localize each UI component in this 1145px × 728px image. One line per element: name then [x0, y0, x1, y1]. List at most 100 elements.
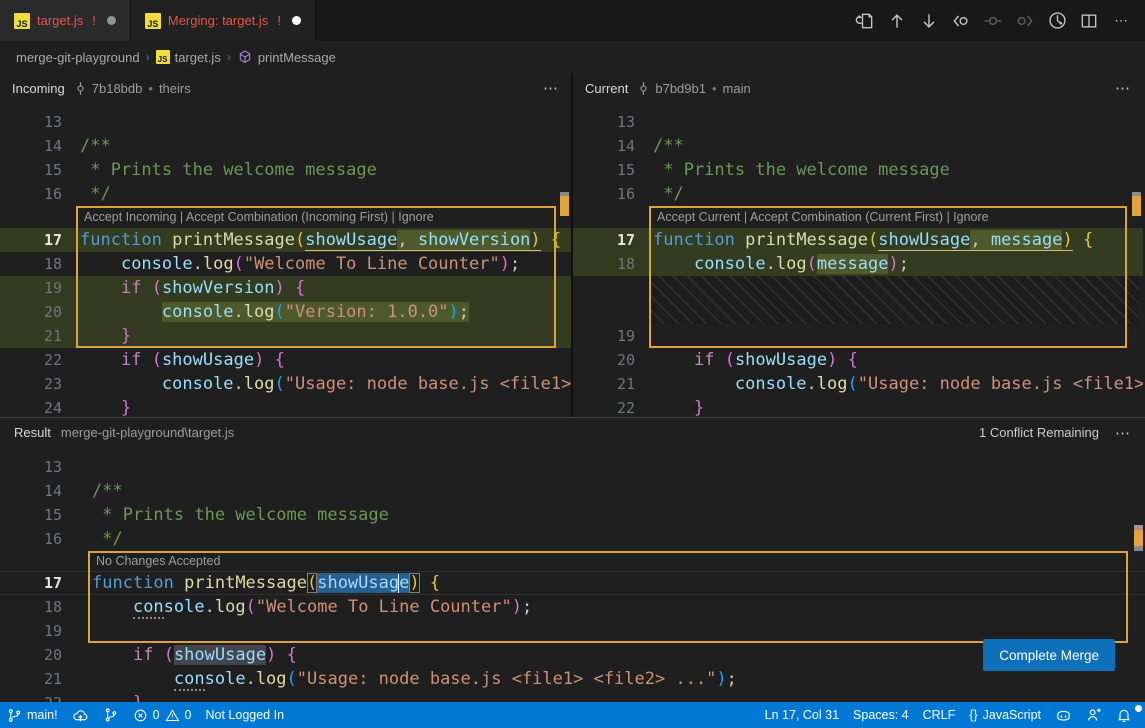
code-line[interactable]: 24 } [0, 396, 571, 417]
line-number: 20 [0, 643, 62, 667]
git-graph-icon [103, 707, 119, 723]
code-line[interactable]: 13 [573, 110, 1143, 134]
breadcrumb-symbol[interactable]: printMessage [237, 49, 336, 65]
codelens-actions[interactable]: Accept Incoming | Accept Combination (In… [0, 206, 571, 228]
current-editor[interactable]: 1314/**15 * Prints the welcome message16… [573, 103, 1143, 417]
more-actions-icon[interactable]: ⋯ [1115, 424, 1131, 442]
code-line[interactable]: 17function printMessage(showUsage, showV… [0, 228, 571, 252]
vscode-window: JS target.js ! JS Merging: target.js ! [0, 0, 1145, 728]
code-line[interactable]: 16 */ [0, 527, 1145, 551]
line-number: 21 [573, 372, 635, 396]
code-line[interactable]: 14/** [0, 134, 571, 158]
code-line[interactable]: 22 if (showUsage) { [0, 348, 571, 372]
ref-name: theirs [159, 81, 191, 96]
code-line[interactable]: 16 */ [0, 182, 571, 206]
code-line[interactable]: 13 [0, 110, 571, 134]
line-content: console.log("Usage: node base.js <file1>… [80, 372, 571, 396]
split-editor-icon[interactable] [1075, 7, 1103, 35]
breadcrumb-file[interactable]: JS target.js [156, 50, 221, 65]
source-control-graph-item[interactable] [96, 702, 126, 728]
modified-dot-icon[interactable] [292, 16, 301, 25]
code-line[interactable]: 17function printMessage(showUsage) { [0, 571, 1145, 595]
code-line[interactable]: 21 } [0, 324, 571, 348]
code-line[interactable]: 14/** [573, 134, 1143, 158]
conflict-marker [560, 196, 569, 216]
tab-label: Merging: target.js [168, 13, 268, 28]
overview-ruler[interactable] [1129, 103, 1143, 417]
code-line[interactable]: 20 console.log("Version: 1.0.0"); [0, 300, 571, 324]
code-line[interactable]: 21 console.log("Usage: node base.js <fil… [0, 667, 1145, 691]
code-line[interactable]: 19 [0, 619, 1145, 643]
code-line[interactable]: 15 * Prints the welcome message [0, 158, 571, 182]
warning-icon [165, 708, 180, 723]
branch-status-item[interactable]: main! [0, 702, 65, 728]
code-line[interactable]: 18 console.log("Welcome To Line Counter"… [0, 595, 1145, 619]
line-content: console.log("Version: 1.0.0"); [80, 300, 469, 324]
code-line[interactable]: 20 if (showUsage) { [0, 643, 1145, 667]
codelens-actions[interactable]: No Changes Accepted [0, 551, 1145, 571]
modified-dot-icon[interactable] [107, 16, 116, 25]
javascript-file-icon: JS [14, 13, 30, 29]
code-line[interactable]: 14/** [0, 479, 1145, 503]
tab-target-js[interactable]: JS target.js ! [0, 0, 131, 41]
language-mode-item[interactable]: {} JavaScript [962, 708, 1048, 722]
code-line[interactable]: 17function printMessage(showUsage, messa… [573, 228, 1143, 252]
feedback-status-item[interactable] [1079, 707, 1109, 723]
code-line[interactable]: 18 console.log("Welcome To Line Counter"… [0, 252, 571, 276]
timeline-icon[interactable] [1043, 7, 1071, 35]
result-editor[interactable]: Complete Merge 1314/**15 * Prints the we… [0, 447, 1145, 702]
next-change-icon[interactable] [1011, 7, 1039, 35]
line-content: * Prints the welcome message [80, 158, 377, 182]
deleted-region-hatch [649, 276, 1139, 324]
code-line[interactable]: 22 } [573, 396, 1143, 417]
cursor-position-item[interactable]: Ln 17, Col 31 [758, 708, 846, 722]
current-pane-header: Current b7bd9b1 • main ⋯ [573, 73, 1143, 103]
code-line[interactable]: 19 [573, 324, 1143, 348]
code-line[interactable]: 19 if (showVersion) { [0, 276, 571, 300]
complete-merge-button[interactable]: Complete Merge [983, 639, 1115, 671]
open-changes-icon[interactable] [851, 7, 879, 35]
code-line[interactable]: 15 * Prints the welcome message [0, 503, 1145, 527]
code-line[interactable]: 16 */ [573, 182, 1143, 206]
overview-ruler[interactable] [557, 103, 571, 417]
code-line[interactable]: 22 } [0, 691, 1145, 702]
code-line[interactable]: 21 console.log("Usage: node base.js <fil… [573, 372, 1143, 396]
code-line[interactable]: 20 if (showUsage) { [573, 348, 1143, 372]
overview-ruler[interactable] [1131, 447, 1145, 702]
chevron-right-icon: › [146, 50, 150, 64]
line-number: 13 [0, 455, 62, 479]
line-number: 23 [0, 372, 62, 396]
previous-change-icon[interactable] [947, 7, 975, 35]
eol-item[interactable]: CRLF [916, 708, 963, 722]
line-content: } [92, 691, 143, 702]
next-conflict-icon[interactable] [915, 7, 943, 35]
copilot-status-item[interactable] [1048, 707, 1079, 724]
git-commit-icon [73, 81, 88, 96]
codelens-actions[interactable]: Accept Current | Accept Combination (Cur… [573, 206, 1143, 228]
warning-count: 0 [185, 708, 192, 722]
publish-status-item[interactable] [65, 702, 96, 728]
line-number: 13 [573, 110, 635, 134]
line-content: console.log("Usage: node base.js <file1>… [92, 667, 737, 691]
person-feedback-icon [1086, 707, 1102, 723]
incoming-editor[interactable]: 1314/**15 * Prints the welcome message16… [0, 103, 571, 417]
problems-status-item[interactable]: 0 0 [126, 702, 199, 728]
login-status-item[interactable]: Not Logged In [198, 702, 291, 728]
code-line[interactable]: 15 * Prints the welcome message [573, 158, 1143, 182]
code-line[interactable]: 18 console.log(message); [573, 252, 1143, 276]
more-actions-icon[interactable]: ⋯ [1107, 7, 1135, 35]
line-number: 21 [0, 667, 62, 691]
change-icon[interactable] [979, 7, 1007, 35]
code-line[interactable]: 13 [0, 455, 1145, 479]
more-actions-icon[interactable]: ⋯ [543, 79, 559, 97]
breadcrumb-folder[interactable]: merge-git-playground [16, 50, 140, 65]
notifications-status-item[interactable] [1109, 707, 1139, 723]
commit-hash: b7bd9b1 [655, 81, 706, 96]
copilot-icon [1055, 707, 1072, 724]
previous-conflict-icon[interactable] [883, 7, 911, 35]
code-line[interactable]: 23 console.log("Usage: node base.js <fil… [0, 372, 571, 396]
tab-merging-target-js[interactable]: JS Merging: target.js ! [131, 0, 316, 41]
more-actions-icon[interactable]: ⋯ [1115, 79, 1131, 97]
indentation-item[interactable]: Spaces: 4 [846, 708, 916, 722]
line-number: 14 [0, 134, 62, 158]
